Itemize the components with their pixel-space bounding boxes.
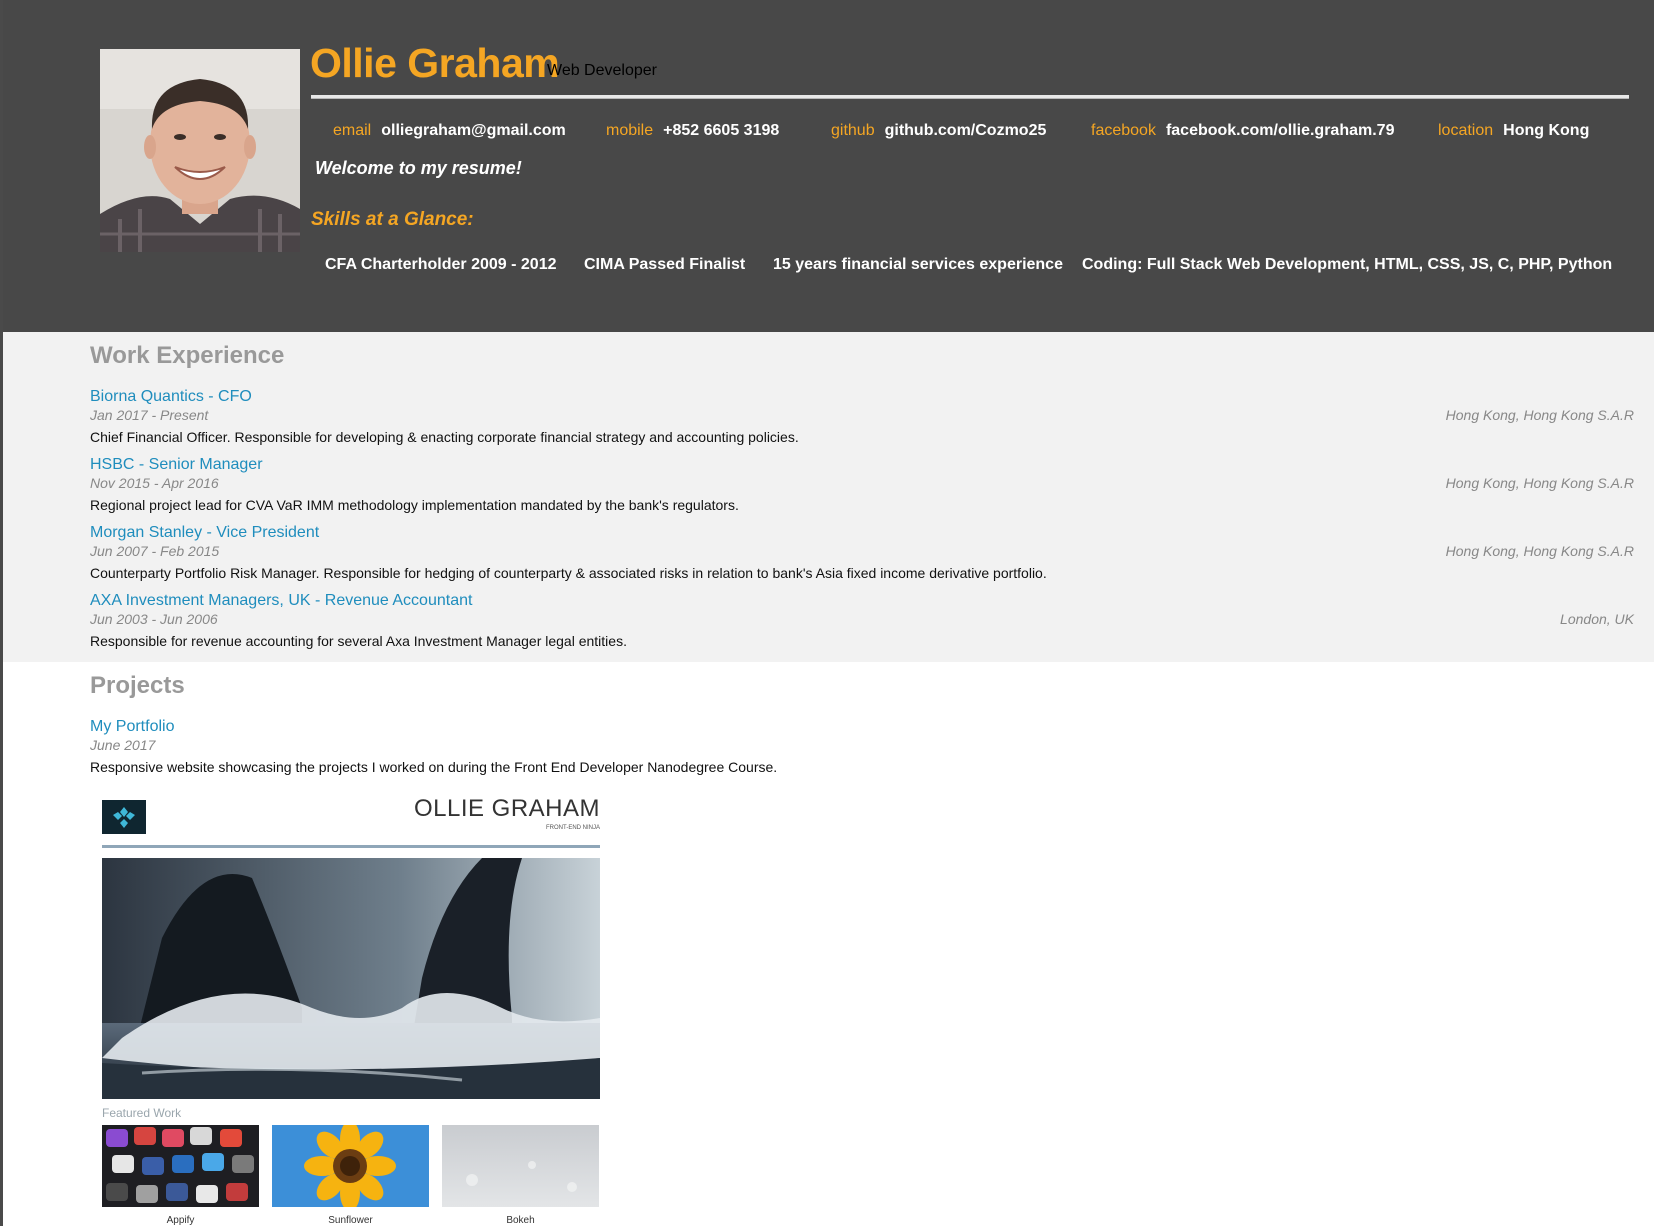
project-title-link[interactable]: My Portfolio xyxy=(90,718,174,736)
skill-item: CIMA Passed Finalist xyxy=(584,256,746,273)
portfolio-tagline: FRONT-END NINJA xyxy=(546,825,600,831)
job-location: Hong Kong, Hong Kong S.A.R xyxy=(1445,475,1634,491)
projects-heading: Projects xyxy=(90,672,185,699)
resume-header: Ollie Graham Web Developer email olliegra… xyxy=(3,0,1654,332)
welcome-message: Welcome to my resume! xyxy=(315,158,522,178)
portfolio-hero-image xyxy=(102,858,600,1099)
contact-facebook[interactable]: facebook facebook.com/ollie.graham.79 xyxy=(1091,122,1394,140)
portfolio-divider xyxy=(102,845,600,848)
contact-email[interactable]: email olliegraham@gmail.com xyxy=(333,122,566,140)
bokeh-thumbnail[interactable] xyxy=(442,1125,599,1207)
job-location: London, UK xyxy=(1560,611,1634,627)
person-role: Web Developer xyxy=(547,62,657,79)
contact-label: mobile xyxy=(606,122,654,139)
job-location: Hong Kong, Hong Kong S.A.R xyxy=(1445,543,1634,559)
job-dates: Jan 2017 - Present xyxy=(90,407,209,423)
work-heading: Work Experience xyxy=(90,342,285,369)
contact-github[interactable]: github github.com/Cozmo25 xyxy=(831,122,1046,140)
job-title-link[interactable]: Morgan Stanley - Vice President xyxy=(90,524,319,542)
project-screenshot[interactable]: OLLIE GRAHAM FRONT-END NINJA Featured Wo… xyxy=(102,795,600,1226)
appify-thumbnail[interactable] xyxy=(102,1125,259,1207)
job-title-link[interactable]: Biorna Quantics - CFO xyxy=(90,388,252,406)
work-experience-section: Work Experience Biorna Quantics - CFO Ja… xyxy=(3,332,1654,662)
contact-value: github.com/Cozmo25 xyxy=(884,122,1047,139)
thumbnail-label: Appify xyxy=(166,1215,195,1226)
sunflower-thumbnail[interactable] xyxy=(272,1125,429,1207)
skill-item: CFA Charterholder 2009 - 2012 xyxy=(325,256,557,273)
resume-page: Ollie Graham Web Developer email olliegra… xyxy=(0,0,1654,1226)
profile-photo xyxy=(100,49,300,252)
contact-value: facebook.com/ollie.graham.79 xyxy=(1165,122,1395,139)
job-location: Hong Kong, Hong Kong S.A.R xyxy=(1445,407,1634,423)
featured-work-label: Featured Work xyxy=(102,1106,182,1120)
job-dates: Nov 2015 - Apr 2016 xyxy=(90,475,219,491)
header-divider xyxy=(311,95,1629,99)
job-dates: Jun 2003 - Jun 2006 xyxy=(90,611,218,627)
contact-location[interactable]: location Hong Kong xyxy=(1438,122,1589,140)
job-description: Chief Financial Officer. Responsible for… xyxy=(90,429,799,445)
contact-value: +852 6605 3198 xyxy=(663,122,780,139)
portfolio-brand: OLLIE GRAHAM xyxy=(413,795,600,822)
job-dates: Jun 2007 - Feb 2015 xyxy=(90,543,220,559)
project-dates: June 2017 xyxy=(90,737,156,753)
job-description: Regional project lead for CVA VaR IMM me… xyxy=(90,497,739,513)
contact-label: location xyxy=(1438,122,1494,139)
skill-item: Coding: Full Stack Web Development, HTML… xyxy=(1082,256,1613,273)
skills-heading: Skills at a Glance: xyxy=(311,209,474,230)
contact-value: olliegraham@gmail.com xyxy=(381,122,566,139)
portfolio-logo-icon xyxy=(102,800,146,834)
project-description: Responsive website showcasing the projec… xyxy=(90,759,778,775)
skill-item: 15 years financial services experience xyxy=(773,256,1063,273)
contact-value: Hong Kong xyxy=(1503,122,1590,139)
contact-label: github xyxy=(831,122,875,139)
job-title-link[interactable]: AXA Investment Managers, UK - Revenue Ac… xyxy=(90,592,472,610)
person-name: Ollie Graham xyxy=(310,40,560,86)
thumbnail-label: Bokeh xyxy=(506,1215,535,1226)
contact-mobile[interactable]: mobile +852 6605 3198 xyxy=(606,122,779,140)
job-description: Responsible for revenue accounting for s… xyxy=(90,633,627,649)
contact-label: facebook xyxy=(1091,122,1156,139)
contact-label: email xyxy=(333,122,372,139)
thumbnail-label: Sunflower xyxy=(328,1215,373,1226)
contact-list: email olliegraham@gmail.com mobile +852 66… xyxy=(333,122,1653,146)
job-title-link[interactable]: HSBC - Senior Manager xyxy=(90,456,263,474)
job-description: Counterparty Portfolio Risk Manager. Res… xyxy=(90,565,1047,581)
